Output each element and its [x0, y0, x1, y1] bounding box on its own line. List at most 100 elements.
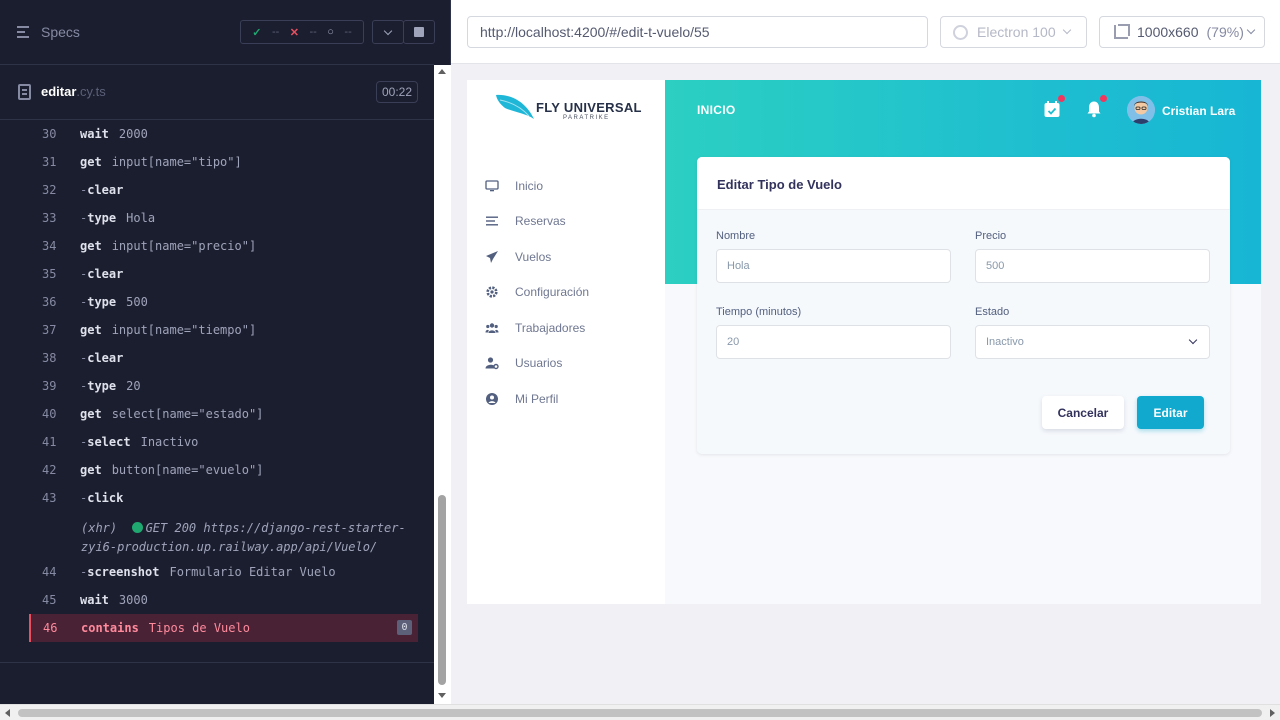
test-stats: ✓ -- ✕ -- ○ -- — [240, 20, 364, 44]
sidebar: FLY UNIVERSAL PARATRIKE Inicio Reservas Vu… — [467, 80, 665, 604]
sidebar-item-configuraci-n[interactable]: Configuración — [485, 275, 589, 311]
xhr-request-line1: GET 200 https://django-rest-starter- — [145, 521, 406, 535]
app-viewport: FLY UNIVERSAL PARATRIKE Inicio Reservas Vu… — [467, 80, 1261, 604]
command-message: Inactivo — [140, 435, 199, 449]
users-icon — [485, 321, 499, 335]
pending-count: -- — [344, 26, 352, 38]
command-row[interactable]: 44 screenshot Formulario Editar Vuelo — [30, 558, 418, 586]
sidebar-item-label: Usuarios — [515, 356, 563, 371]
command-message: 2000 — [118, 127, 148, 141]
command-name: screenshot — [80, 565, 159, 579]
command-row[interactable]: 30 wait 2000 — [30, 120, 418, 148]
nombre-input[interactable]: Hola — [716, 249, 951, 283]
precio-label: Precio — [975, 230, 1007, 242]
sidebar-item-label: Reservas — [515, 214, 566, 229]
menu-icon — [17, 26, 33, 38]
command-row[interactable]: 32 clear — [30, 176, 418, 204]
estado-selected-value: Inactivo — [986, 336, 1024, 348]
command-row[interactable]: 37 get input[name="tiempo"] — [30, 316, 418, 344]
precio-group: Precio 500 — [975, 230, 1210, 283]
scroll-down-arrow-icon[interactable] — [438, 693, 446, 698]
sidebar-item-usuarios[interactable]: Usuarios — [485, 346, 589, 382]
aut-toolbar: http://localhost:4200/#/edit-t-vuelo/55 … — [451, 0, 1280, 64]
tiempo-label: Tiempo (minutos) — [716, 306, 802, 318]
failed-count: -- — [309, 26, 317, 38]
command-name: select — [80, 435, 130, 449]
command-message: select[name="estado"] — [111, 407, 264, 421]
reporter-scrollbar[interactable] — [434, 65, 451, 704]
wing-logo-icon — [496, 94, 534, 119]
url-field[interactable]: http://localhost:4200/#/edit-t-vuelo/55 — [467, 16, 928, 48]
chevron-down-icon — [1246, 25, 1256, 35]
command-message: Formulario Editar Vuelo — [169, 565, 336, 579]
command-row[interactable]: 36 type 500 — [30, 288, 418, 316]
scroll-up-arrow-icon[interactable] — [438, 69, 446, 74]
tiempo-input[interactable]: 20 — [716, 325, 951, 359]
chevron-down-icon — [1188, 335, 1198, 345]
cancel-button[interactable]: Cancelar — [1042, 396, 1124, 429]
command-name: wait — [80, 127, 109, 141]
command-row[interactable]: 35 clear — [30, 260, 418, 288]
command-message: button[name="evuelo"] — [111, 463, 264, 477]
command-row[interactable]: 40 get select[name="estado"] — [30, 400, 418, 428]
aut-panel: http://localhost:4200/#/edit-t-vuelo/55 … — [451, 0, 1280, 704]
browser-selector[interactable]: Electron 100 — [940, 16, 1087, 48]
stop-button[interactable] — [403, 20, 435, 44]
command-row[interactable]: 41 select Inactivo — [30, 428, 418, 456]
viewport-size-selector[interactable]: 1000x660 (79%) — [1099, 16, 1265, 48]
list-icon — [485, 214, 499, 228]
sidebar-item-trabajadores[interactable]: Trabajadores — [485, 310, 589, 346]
specs-button[interactable]: Specs — [17, 24, 80, 40]
precio-input[interactable]: 500 — [975, 249, 1210, 283]
notification-dot — [1100, 95, 1107, 102]
command-row[interactable]: 31 get input[name="tipo"] — [30, 148, 418, 176]
command-name: get — [80, 407, 102, 421]
command-row[interactable]: 42 get button[name="evuelo"] — [30, 456, 418, 484]
bell-icon[interactable] — [1085, 95, 1107, 118]
scrollbar-thumb[interactable] — [18, 709, 1262, 717]
command-message: Tipos de Vuelo — [148, 621, 250, 635]
command-row[interactable]: 45 wait 3000 — [30, 586, 418, 614]
user-cog-icon — [485, 356, 499, 370]
horizontal-scrollbar[interactable] — [0, 704, 1280, 720]
scroll-right-arrow-icon[interactable] — [1270, 709, 1275, 717]
estado-label: Estado — [975, 306, 1010, 318]
calendar-icon[interactable] — [1043, 95, 1065, 118]
expand-button[interactable] — [372, 20, 404, 44]
sidebar-item-reservas[interactable]: Reservas — [485, 204, 589, 240]
form-title: Editar Tipo de Vuelo — [717, 177, 842, 192]
logo-title: FLY UNIVERSAL — [536, 100, 642, 115]
cypress-reporter: Specs ✓ -- ✕ -- ○ -- editar.cy.ts 00:22 … — [0, 0, 451, 704]
command-row[interactable]: 33 type Hola — [30, 204, 418, 232]
logo[interactable]: FLY UNIVERSAL PARATRIKE — [495, 92, 655, 132]
xhr-request-line2: zyi6-production.up.railway.app/api/Vuelo… — [81, 540, 378, 554]
xhr-log-entry[interactable]: (xhr) GET 200 https://django-rest-starte… — [30, 512, 418, 558]
scroll-left-arrow-icon[interactable] — [5, 709, 10, 717]
command-number: 35 — [42, 267, 57, 281]
sidebar-item-inicio[interactable]: Inicio — [485, 168, 589, 204]
command-name: type — [80, 211, 116, 225]
user-name[interactable]: Cristian Lara — [1162, 104, 1235, 118]
command-message: input[name="precio"] — [111, 239, 257, 253]
sidebar-item-label: Trabajadores — [515, 320, 586, 335]
avatar[interactable] — [1127, 96, 1155, 124]
command-row[interactable]: 43 click — [30, 484, 418, 512]
sidebar-item-label: Mi Perfil — [515, 391, 559, 406]
x-icon: ✕ — [289, 26, 299, 39]
command-name: click — [80, 491, 123, 505]
command-message: 20 — [126, 379, 141, 393]
scrollbar-thumb[interactable] — [438, 495, 446, 685]
command-number: 40 — [42, 407, 57, 421]
command-row[interactable]: 39 type 20 — [30, 372, 418, 400]
edit-button[interactable]: Editar — [1137, 396, 1204, 429]
command-number: 30 — [42, 127, 57, 141]
ruler-icon — [1114, 25, 1128, 39]
sidebar-item-mi-perfil[interactable]: Mi Perfil — [485, 381, 589, 417]
command-row[interactable]: 38 clear — [30, 344, 418, 372]
command-number: 38 — [42, 351, 57, 365]
sidebar-item-vuelos[interactable]: Vuelos — [485, 239, 589, 275]
estado-select[interactable]: Inactivo — [975, 325, 1210, 359]
page-title: INICIO — [697, 103, 736, 117]
command-row[interactable]: 34 get input[name="precio"] — [30, 232, 418, 260]
failed-command-row[interactable]: 46 contains Tipos de Vuelo 0 — [29, 614, 418, 642]
